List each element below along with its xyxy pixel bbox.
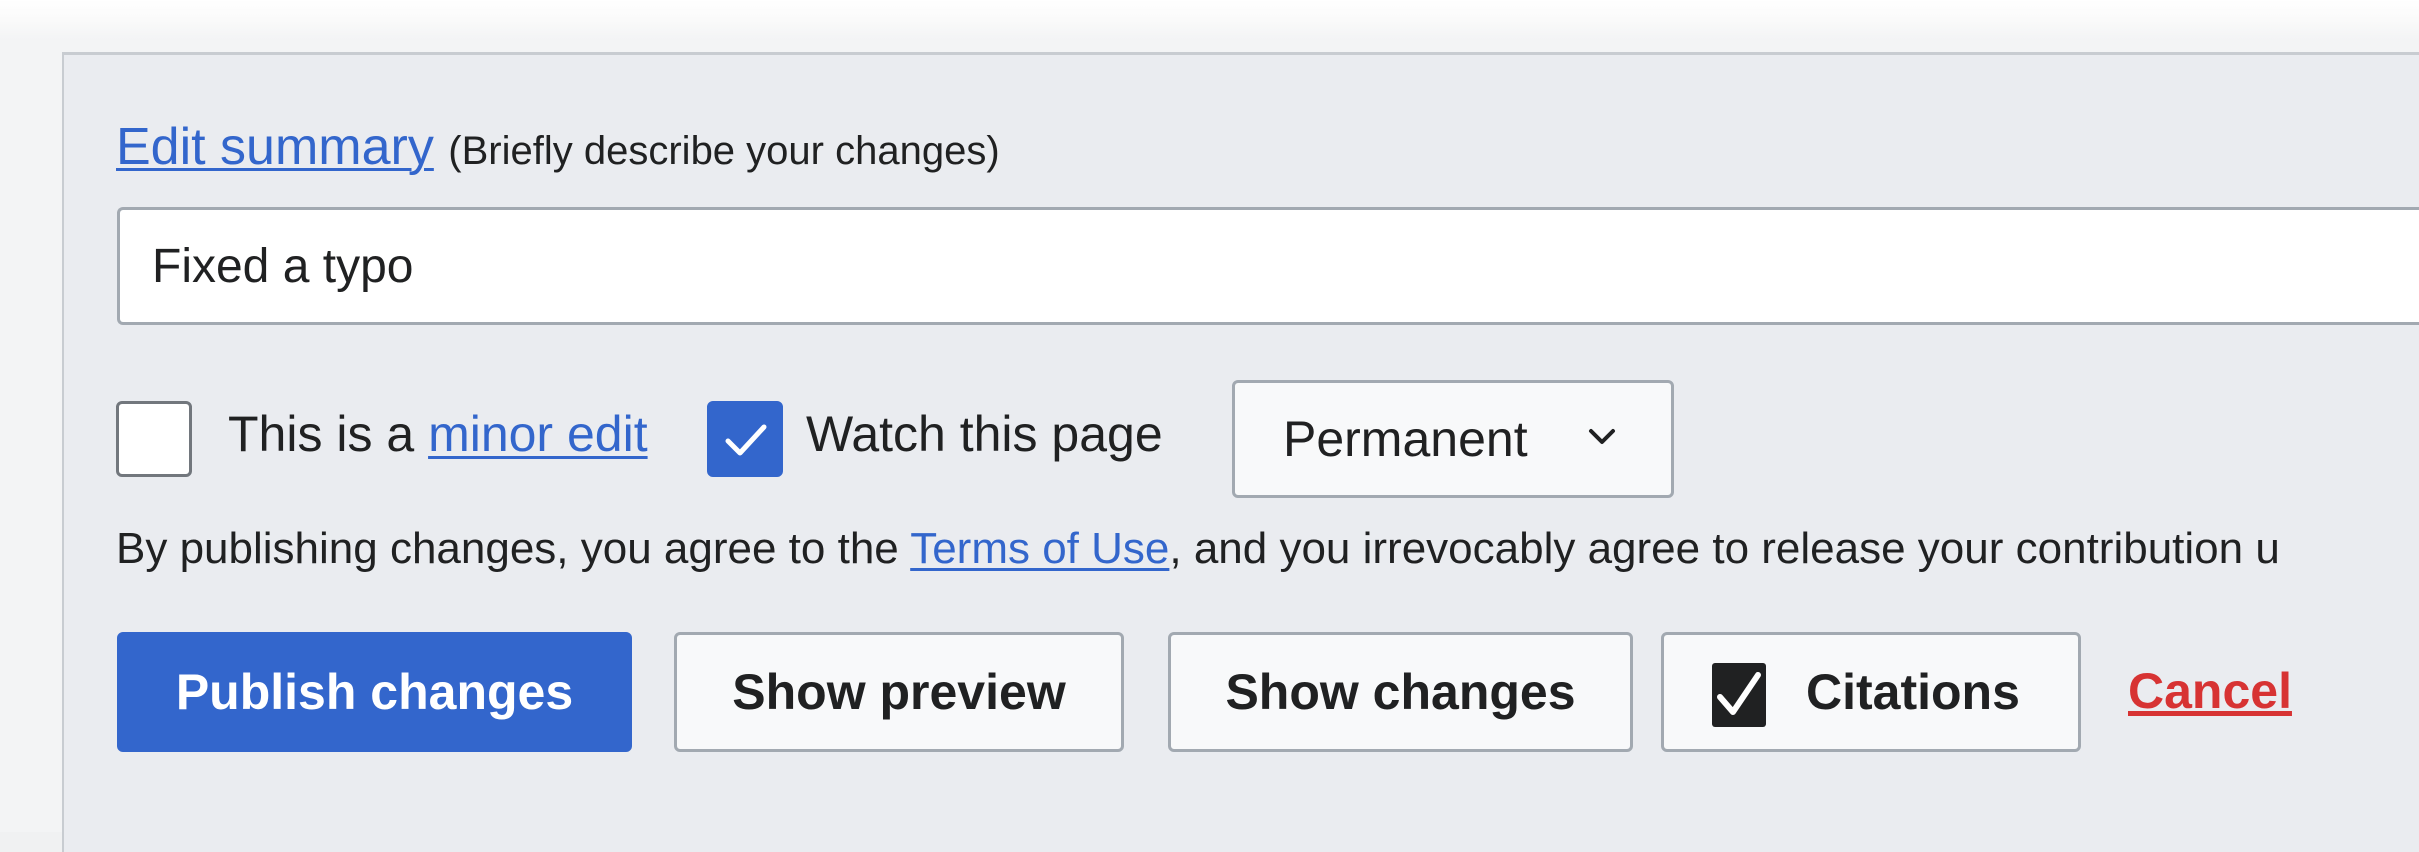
edit-summary-hint: (Briefly describe your changes) bbox=[448, 129, 1000, 173]
citations-label: Citations bbox=[1806, 664, 2020, 720]
watch-page-label: Watch this page bbox=[806, 406, 1163, 462]
show-preview-button[interactable]: Show preview bbox=[674, 632, 1124, 752]
cancel-link[interactable]: Cancel bbox=[2128, 661, 2292, 721]
citation-check-icon bbox=[1712, 663, 1766, 727]
chevron-down-icon bbox=[1589, 429, 1615, 444]
edit-summary-link[interactable]: Edit summary bbox=[116, 118, 434, 176]
minor-edit-label-text: This is a bbox=[228, 406, 429, 462]
edit-summary-label: Edit summary (Briefly describe your chan… bbox=[116, 117, 1000, 181]
citations-button[interactable]: Citations bbox=[1661, 632, 2081, 752]
terms-of-use-link[interactable]: Terms of Use bbox=[910, 524, 1169, 573]
legal-prefix: By publishing changes, you agree to the bbox=[116, 524, 911, 573]
watch-period-dropdown[interactable]: Permanent bbox=[1232, 380, 1674, 498]
publish-legal-notice: By publishing changes, you agree to the … bbox=[116, 519, 2280, 579]
publish-changes-button[interactable]: Publish changes bbox=[117, 632, 632, 752]
minor-edit-checkbox[interactable] bbox=[116, 401, 192, 477]
minor-edit-label: This is a minor edit bbox=[228, 402, 648, 466]
checkmark-icon bbox=[725, 424, 767, 456]
editor-frame: Edit summary (Briefly describe your chan… bbox=[0, 0, 2419, 852]
watch-period-value: Permanent bbox=[1283, 411, 1528, 467]
edit-summary-input[interactable] bbox=[117, 207, 2419, 325]
minor-edit-link[interactable]: minor edit bbox=[428, 406, 648, 462]
watch-page-checkbox[interactable] bbox=[707, 401, 783, 477]
show-changes-button[interactable]: Show changes bbox=[1168, 632, 1633, 752]
legal-suffix: , and you irrevocably agree to release y… bbox=[1169, 524, 2280, 573]
